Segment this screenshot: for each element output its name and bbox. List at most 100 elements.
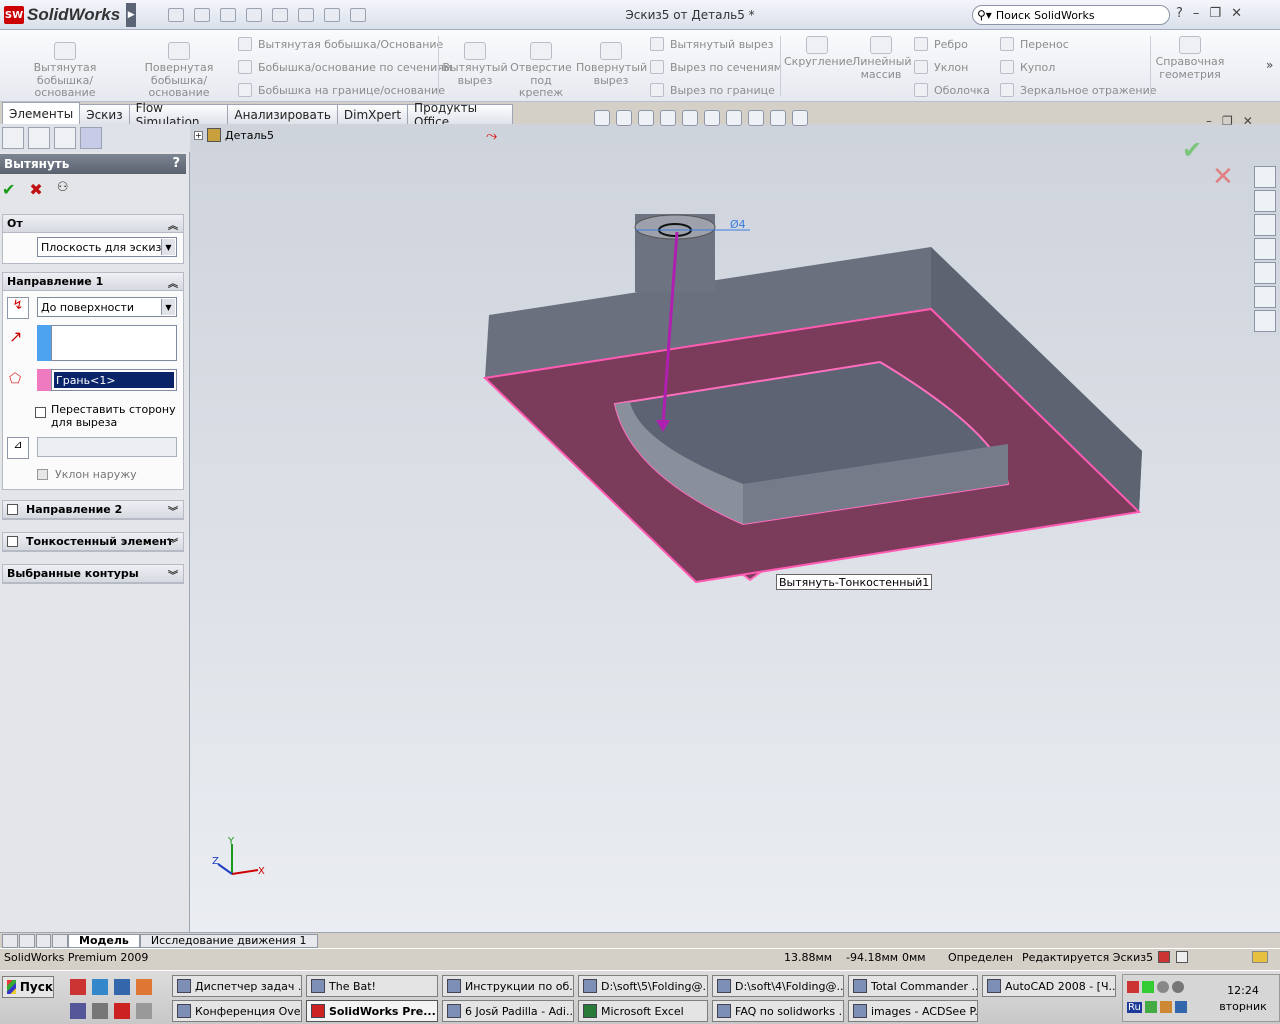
app-logo[interactable]: SW SolidWorks ▶ — [4, 3, 137, 27]
tab-model[interactable]: Модель — [68, 933, 140, 948]
print-icon[interactable] — [246, 8, 262, 22]
revolved-boss-button[interactable]: Повернутая бобышка/основание — [124, 42, 234, 100]
fillet-button[interactable]: Скругление — [784, 36, 853, 69]
thin-feature-checkbox[interactable] — [7, 536, 18, 547]
ok-icon[interactable]: ✔ — [2, 180, 15, 199]
ribbon-expand-icon[interactable]: » — [1266, 58, 1273, 72]
help-icon[interactable]: ? — [172, 156, 180, 171]
prev-tab-icon[interactable] — [18, 933, 35, 948]
tab-evaluate[interactable]: Анализировать — [227, 104, 338, 124]
hole-wizard-button[interactable]: Отверстие под крепеж — [510, 42, 572, 100]
property-manager-tab-icon[interactable] — [28, 127, 50, 149]
boundary-cut-button[interactable]: Вырез по границе — [650, 82, 775, 98]
appearances-icon[interactable] — [1254, 286, 1276, 308]
end-condition-select[interactable]: До поверхности ▼ — [37, 297, 177, 317]
quick-tips-icon[interactable] — [1176, 951, 1188, 963]
help-icon[interactable]: ? — [1176, 6, 1183, 21]
taskbar-item-instructions[interactable]: Инструкции по об... — [442, 975, 574, 997]
opera-icon[interactable] — [70, 979, 86, 995]
expand-icon[interactable]: ︾ — [168, 567, 178, 582]
flip-side-checkbox[interactable] — [35, 407, 46, 418]
tab-office-products[interactable]: Продукты Office — [407, 101, 513, 129]
search-input[interactable]: ⚲▾ Поиск SolidWorks — [972, 5, 1170, 25]
graphics-area[interactable]: – ❐ ✕ + Деталь5 ⤳ ✔ ✕ Ø4 Вытянуть-Тонкос… — [190, 110, 1280, 932]
file-explorer-icon[interactable] — [1254, 214, 1276, 236]
boundary-boss-button[interactable]: Бобышка на границе/основание — [238, 82, 445, 98]
minimize-icon[interactable]: – — [1193, 6, 1200, 21]
clock[interactable]: 12:24 вторник — [1213, 983, 1273, 1015]
solidworks-icon[interactable] — [114, 1003, 130, 1019]
draft-angle-input[interactable] — [37, 437, 177, 457]
tray-cd-icon[interactable] — [1157, 981, 1169, 993]
mirror-button[interactable]: Зеркальное отражение — [1000, 82, 1157, 98]
wrap-button[interactable]: Перенос — [1000, 36, 1069, 52]
extruded-boss-button[interactable]: Вытянутая бобышка/основание — [10, 42, 120, 100]
custom-properties-icon[interactable] — [1254, 310, 1276, 332]
rebuild-status-icon[interactable] — [1158, 951, 1170, 963]
revolved-cut-button[interactable]: Повернутый вырез — [576, 42, 647, 87]
home-icon[interactable] — [1254, 166, 1276, 188]
expand-icon[interactable]: ︾ — [168, 503, 178, 518]
chevron-down-icon[interactable]: ▼ — [161, 299, 175, 315]
app-icon[interactable] — [136, 979, 152, 995]
chevron-down-icon[interactable]: ▼ — [161, 239, 175, 255]
taskbar-item-folding5[interactable]: D:\soft\5\Folding@... — [578, 975, 708, 997]
gear-icon[interactable] — [92, 1003, 108, 1019]
draft-button[interactable]: Уклон — [914, 59, 968, 75]
taskbar-item-acdsee[interactable]: images - ACDSee P... — [848, 1000, 978, 1022]
taskbar-item-conference[interactable]: Конференция Ove... — [172, 1000, 302, 1022]
taskbar-item-faq[interactable]: FAQ по solidworks ... — [712, 1000, 844, 1022]
language-indicator[interactable]: Ru — [1127, 1001, 1142, 1013]
linear-pattern-button[interactable]: Линейный массив — [852, 36, 912, 81]
view-palette-icon[interactable] — [1254, 262, 1276, 284]
rebuild-icon[interactable] — [324, 8, 340, 22]
options-icon[interactable] — [350, 8, 366, 22]
direction1-header[interactable]: Направление 1 ︽ — [3, 273, 183, 291]
feature-tree-tab-icon[interactable] — [2, 127, 24, 149]
thin-feature-header[interactable]: Тонкостенный элемент ︾ — [3, 533, 183, 551]
lofted-boss-button[interactable]: Бобышка/основание по сечениям — [238, 59, 452, 75]
close-icon[interactable]: ✕ — [1231, 6, 1242, 21]
dome-button[interactable]: Купол — [1000, 59, 1055, 75]
tab-features[interactable]: Элементы — [2, 102, 81, 124]
tab-sketch[interactable]: Эскиз — [79, 104, 130, 124]
start-button[interactable]: Пуск — [2, 976, 54, 998]
face-selection-item[interactable]: Грань<1> — [54, 372, 174, 388]
cancel-icon[interactable]: ✖ — [29, 180, 42, 199]
taskbar-item-solidworks[interactable]: SolidWorks Pre... — [306, 1000, 438, 1022]
draft-outward-checkbox[interactable] — [37, 469, 48, 480]
expand-icon[interactable]: ︾ — [168, 535, 178, 550]
swept-cut-button[interactable]: Вытянутый вырез — [650, 36, 773, 52]
direction2-header[interactable]: Направление 2 ︾ — [3, 501, 183, 519]
collapse-icon[interactable]: ︽ — [168, 275, 178, 290]
tools-icon[interactable] — [136, 1003, 152, 1019]
undo-icon[interactable] — [272, 8, 288, 22]
next-tab-icon[interactable] — [35, 933, 52, 948]
first-tab-icon[interactable] — [2, 933, 18, 948]
from-select[interactable]: Плоскость для эскиза ▼ — [37, 237, 177, 257]
new-document-icon[interactable] — [168, 8, 184, 22]
shell-button[interactable]: Оболочка — [914, 82, 990, 98]
menu-arrow-icon[interactable]: ▶ — [126, 3, 137, 27]
swept-boss-button[interactable]: Вытянутая бобышка/Основание — [238, 36, 443, 52]
tab-dimxpert[interactable]: DimXpert — [336, 104, 409, 124]
reverse-direction-icon[interactable]: ↯ — [7, 297, 29, 319]
taskbar-item-task-manager[interactable]: Диспетчер задач ... — [172, 975, 302, 997]
reference-geometry-button[interactable]: Справочная геометрия — [1154, 36, 1226, 81]
extruded-cut-button[interactable]: Вытянутый вырез — [442, 42, 508, 87]
tray-clock-icon[interactable] — [1172, 981, 1184, 993]
face-selection-box[interactable]: Грань<1> — [51, 369, 177, 391]
restore-icon[interactable]: ❐ — [1209, 6, 1221, 21]
design-library-icon[interactable] — [1254, 190, 1276, 212]
taskbar-item-excel[interactable]: Microsoft Excel — [578, 1000, 708, 1022]
taskbar-item-thebat[interactable]: The Bat! — [306, 975, 438, 997]
draft-angle-icon[interactable]: ⊿ — [7, 437, 29, 459]
search-results-icon[interactable] — [1254, 238, 1276, 260]
tray-volume-icon[interactable] — [1159, 1001, 1172, 1013]
direction2-checkbox[interactable] — [7, 504, 18, 515]
collapse-icon[interactable]: ︽ — [168, 217, 178, 232]
notes-icon[interactable] — [1252, 951, 1268, 963]
configuration-tab-icon[interactable] — [54, 127, 76, 149]
lofted-cut-button[interactable]: Вырез по сечениям — [650, 59, 782, 75]
tray-status-icon[interactable] — [1142, 981, 1154, 993]
